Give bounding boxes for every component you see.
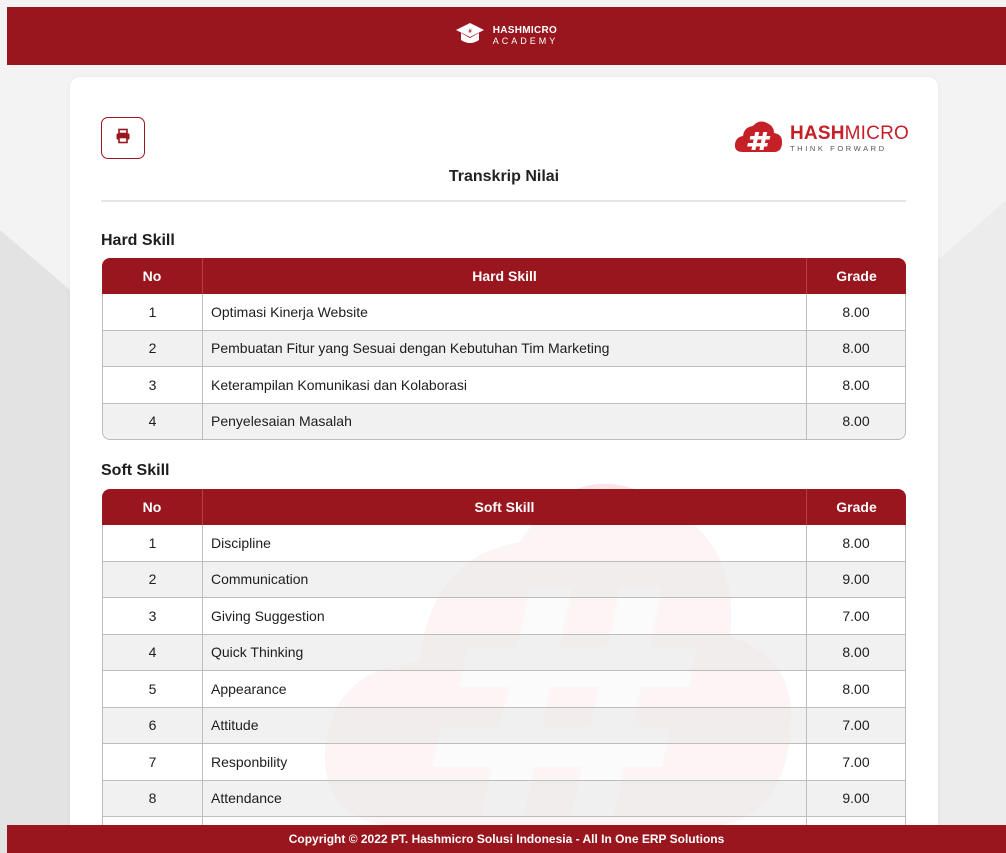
academy-cap-icon: # [455,21,485,52]
row-number-cell: 5 [102,671,202,708]
grade-cell: 8.00 [806,525,906,562]
row-number-cell: 4 [102,403,202,440]
skill-name-cell: Communication [202,561,806,598]
title-divider [101,200,906,202]
academy-subtitle: ACADEMY [492,36,559,46]
table-row: 3 Giving Suggestion 7.00 [102,598,906,635]
grade-cell: 7.00 [806,598,906,635]
table-row: 4 Penyelesaian Masalah 8.00 [102,403,906,440]
printer-icon [115,128,131,149]
row-number-cell: 2 [102,561,202,598]
hard-skill-section-title: Hard Skill [101,232,175,249]
column-header-grade: Grade [806,258,906,294]
table-row: 3 Keterampilan Komunikasi dan Kolaborasi 8… [102,367,906,404]
table-row: 1 Discipline 8.00 [102,525,906,562]
academy-name: HASHMICRO [492,25,558,36]
row-number-cell: 1 [102,294,202,331]
skill-name-cell: Responbility [202,744,806,781]
skill-name-cell: Attitude [202,707,806,744]
table-row: 6 Attitude 7.00 [102,707,906,744]
table-header-row: No Soft Skill Grade [102,489,906,525]
skill-name-cell: Optimasi Kinerja Website [202,294,806,331]
row-number-cell: 7 [102,744,202,781]
row-number-cell: 8 [102,780,202,817]
grade-cell: 8.00 [806,367,906,404]
table-row: 4 Quick Thinking 8.00 [102,634,906,671]
row-number-cell: 2 [102,330,202,367]
grade-cell: 7.00 [806,707,906,744]
column-header-skill: Hard Skill [202,258,806,294]
table-row: 2 Pembuatan Fitur yang Sesuai dengan Kebu… [102,330,906,367]
grade-cell: 8.00 [806,634,906,671]
row-number-cell: 3 [102,598,202,635]
table-row: 8 Attendance 9.00 [102,780,906,817]
row-number-cell: 3 [102,367,202,404]
copyright-text: Copyright © 2022 PT. Hashmicro Solusi In… [288,832,725,846]
brand-name: HASHMICRO [790,122,909,144]
skill-name-cell: Penyelesaian Masalah [202,403,806,440]
page-title: Transkrip Nilai [448,168,560,185]
skill-name-cell: Keterampilan Komunikasi dan Kolaborasi [202,367,806,404]
grade-cell: 8.00 [806,403,906,440]
table-row: 7 Responbility 7.00 [102,744,906,781]
column-header-skill: Soft Skill [202,489,806,525]
brand-tagline: THINK FORWARD [790,143,887,153]
column-header-grade: Grade [806,489,906,525]
skill-name-cell: Appearance [202,671,806,708]
soft-skill-section-title: Soft Skill [101,462,170,479]
grade-cell: 8.00 [806,330,906,367]
soft-skill-table: No Soft Skill Grade 1 Discipline 8.00 2 Comm… [102,489,906,837]
row-number-cell: 1 [102,525,202,562]
grade-cell: 8.00 [806,671,906,708]
skill-name-cell: Attendance [202,780,806,817]
table-row: 1 Optimasi Kinerja Website 8.00 [102,294,906,331]
table-row: 5 Appearance 8.00 [102,671,906,708]
table-header-row: No Hard Skill Grade [102,258,906,294]
hashmicro-logo: HASHMICRO THINK FORWARD [734,120,909,156]
grade-cell: 9.00 [806,780,906,817]
academy-logo[interactable]: # HASHMICRO ACADEMY [455,21,559,52]
hard-skill-table: No Hard Skill Grade 1 Optimasi Kinerja We… [102,258,906,440]
table-row: 2 Communication 9.00 [102,561,906,598]
row-number-cell: 4 [102,634,202,671]
footer-bar: Copyright © 2022 PT. Hashmicro Solusi In… [7,825,1006,853]
print-button[interactable] [101,117,145,159]
skill-name-cell: Giving Suggestion [202,598,806,635]
skill-name-cell: Pembuatan Fitur yang Sesuai dengan Kebut… [202,330,806,367]
top-header-bar: # HASHMICRO ACADEMY [7,7,1006,65]
grade-cell: 8.00 [806,294,906,331]
transcript-card: HASHMICRO THINK FORWARD Transkrip Nilai … [70,77,938,837]
hashmicro-cloud-icon [734,119,784,158]
column-header-no: No [102,258,202,294]
grade-cell: 9.00 [806,561,906,598]
grade-cell: 7.00 [806,744,906,781]
column-header-no: No [102,489,202,525]
skill-name-cell: Quick Thinking [202,634,806,671]
row-number-cell: 6 [102,707,202,744]
skill-name-cell: Discipline [202,525,806,562]
